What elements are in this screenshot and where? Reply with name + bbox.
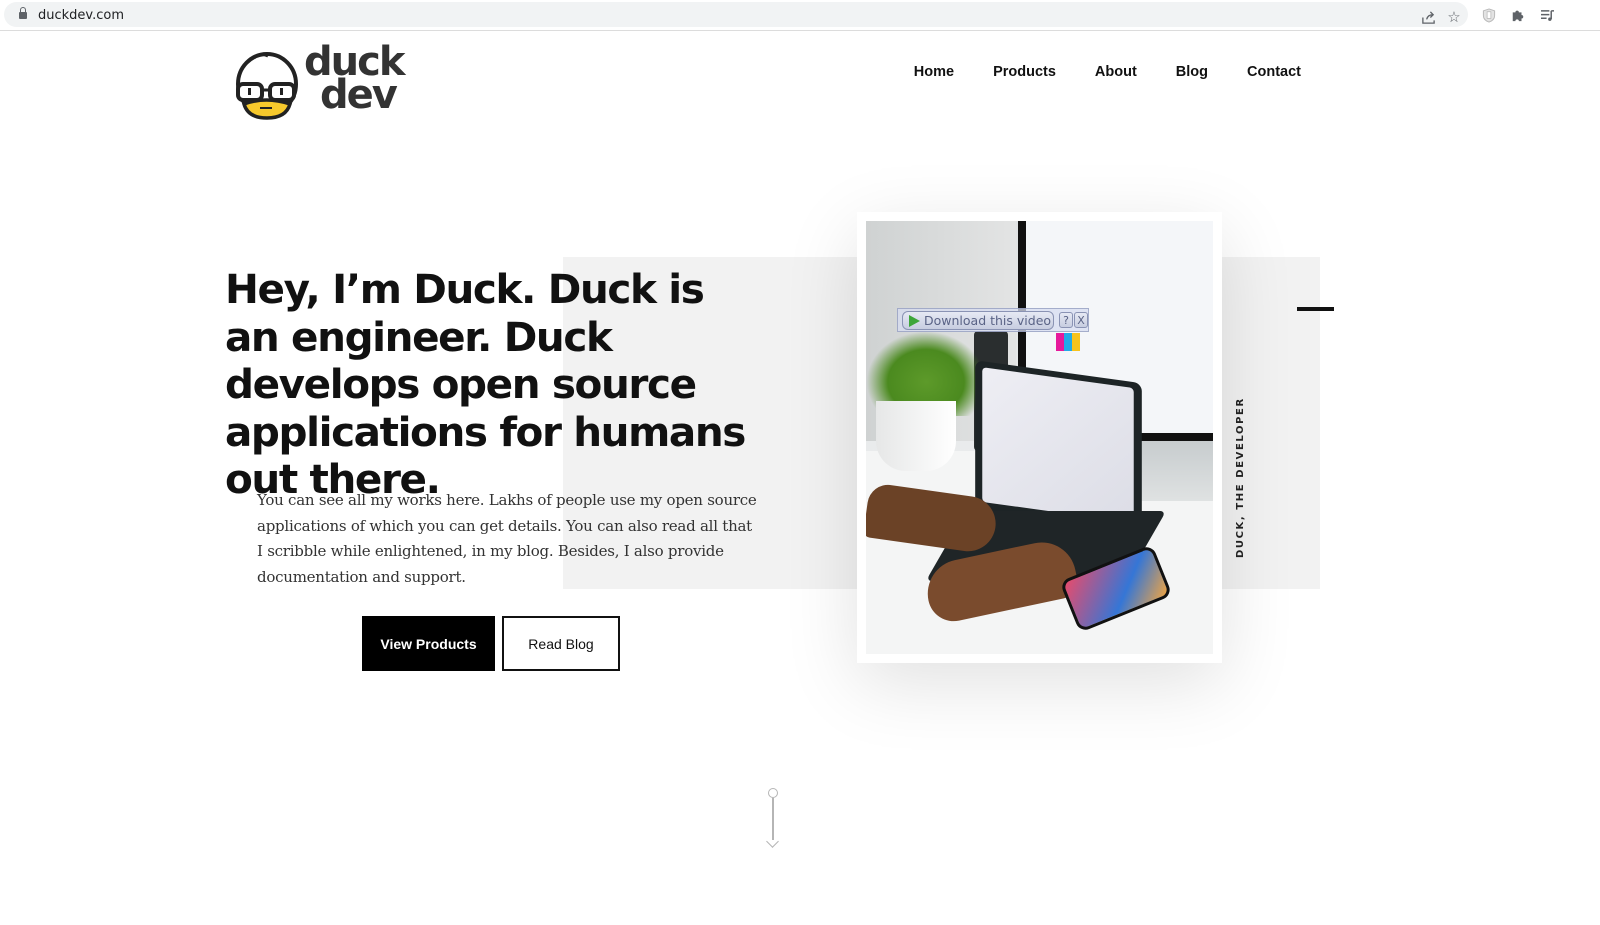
hero-photo-card [857, 212, 1222, 663]
view-products-button[interactable]: View Products [362, 616, 495, 671]
download-video-overlay: Download this video ? X [897, 308, 1089, 332]
share-icon[interactable] [1418, 7, 1438, 27]
help-button[interactable]: ? [1059, 312, 1073, 328]
address-bar[interactable]: duckdev.com ☆ [4, 2, 1468, 27]
duck-mascot-icon [236, 52, 298, 120]
nav-home[interactable]: Home [914, 64, 954, 80]
nav-about[interactable]: About [1095, 64, 1137, 80]
scroll-line [772, 798, 774, 840]
nav-blog[interactable]: Blog [1176, 64, 1208, 80]
media-queue-icon[interactable] [1537, 5, 1557, 25]
read-blog-button[interactable]: Read Blog [502, 616, 620, 671]
side-label: DUCK, THE DEVELOPER [1235, 397, 1246, 558]
scroll-down-indicator[interactable] [764, 788, 782, 850]
shield-extension-icon[interactable] [1479, 5, 1499, 25]
hero-title: Hey, I’m Duck. Duck is an engineer. Duck… [225, 265, 746, 503]
chevron-down-icon [766, 835, 779, 848]
close-overlay-button[interactable]: X [1074, 312, 1088, 328]
hero-photo-desk-workspace [866, 221, 1213, 654]
main-nav: Home Products About Blog Contact [914, 64, 1301, 80]
download-video-label: Download this video [924, 313, 1052, 328]
nav-products[interactable]: Products [993, 64, 1056, 80]
hero-description: You can see all my works here. Lakhs of … [257, 491, 757, 587]
url-text[interactable]: duckdev.com [38, 8, 124, 23]
site-logo[interactable]: duck dev [234, 42, 419, 122]
browser-toolbar: duckdev.com ☆ [0, 0, 1600, 31]
extensions-puzzle-icon[interactable] [1508, 5, 1528, 25]
lock-icon[interactable] [19, 7, 27, 19]
play-icon [909, 314, 920, 327]
decorative-dash [1297, 307, 1334, 311]
scroll-circle-icon [768, 788, 778, 798]
nav-contact[interactable]: Contact [1247, 64, 1301, 80]
bookmark-star-icon[interactable]: ☆ [1444, 7, 1464, 27]
download-video-button[interactable]: Download this video [902, 311, 1054, 330]
logo-wordmark: duck dev [304, 42, 405, 115]
